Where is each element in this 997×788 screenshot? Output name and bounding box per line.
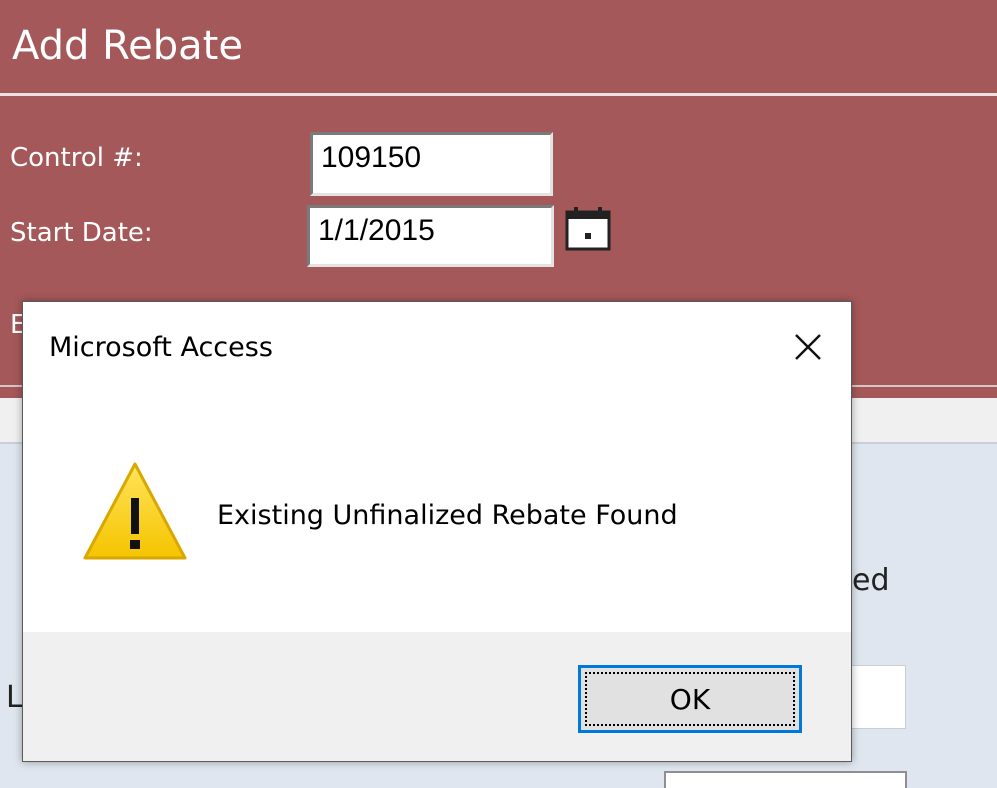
partial-label-right: ed [852,563,890,598]
calendar-icon[interactable] [564,206,612,252]
dialog-title: Microsoft Access [49,332,273,363]
ok-button-label: OK [669,682,711,716]
partial-input-box[interactable] [852,665,906,729]
ok-button[interactable]: OK [578,665,802,733]
access-window: Add Rebate Control #: 109150 Start Date:… [0,0,997,788]
control-number-label: Control #: [10,143,143,173]
form-title: Add Rebate [12,23,243,69]
partial-label-left: L [6,680,23,715]
start-date-label: Start Date: [10,218,153,248]
form-header: Add Rebate [0,0,997,95]
close-icon[interactable] [783,322,833,372]
partial-button[interactable] [664,771,907,788]
message-dialog: Microsoft Access Existing Unfinalized Re… [22,301,852,762]
warning-triangle-icon [81,460,189,562]
control-number-field[interactable]: 109150 [310,132,553,196]
start-date-field[interactable]: 1/1/2015 [307,205,554,267]
dialog-message: Existing Unfinalized Rebate Found [217,500,678,531]
dialog-footer: OK [23,632,851,761]
